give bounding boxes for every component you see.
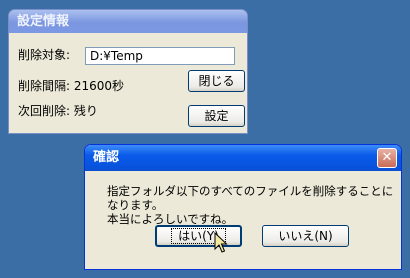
settings-window: 設定情報 削除対象: D:¥Temp 削除間隔: 21600秒 閉じる 次回削除… — [8, 9, 248, 134]
target-label: 削除対象: — [18, 48, 71, 62]
confirm-message: 指定フォルダ以下のすべてのファイルを削除することになります。 本当によろしいです… — [107, 184, 397, 226]
interval-text: 削除間隔: 21600秒 — [18, 79, 125, 93]
settings-button[interactable]: 設定 — [188, 105, 245, 127]
mouse-cursor-icon — [214, 232, 228, 253]
confirm-dialog-title: 確認 — [93, 150, 120, 165]
no-button[interactable]: いいえ(N) — [262, 225, 349, 247]
target-path-field[interactable]: D:¥Temp — [85, 47, 235, 65]
next-delete-text: 次回削除: 残り — [18, 104, 98, 118]
settings-window-title: 設定情報 — [9, 10, 247, 33]
confirm-message-line1: 指定フォルダ以下のすべてのファイルを削除することになります。 — [107, 184, 394, 212]
yes-button[interactable]: はい(Y) — [155, 225, 242, 247]
confirm-dialog-title-bar: 確認 ✕ — [85, 145, 401, 171]
close-icon[interactable]: ✕ — [377, 148, 397, 168]
confirm-message-line2: 本当によろしいですね。 — [107, 212, 234, 226]
close-button[interactable]: 閉じる — [188, 70, 245, 92]
confirm-dialog: 確認 ✕ 指定フォルダ以下のすべてのファイルを削除することになります。 本当によ… — [84, 144, 402, 270]
